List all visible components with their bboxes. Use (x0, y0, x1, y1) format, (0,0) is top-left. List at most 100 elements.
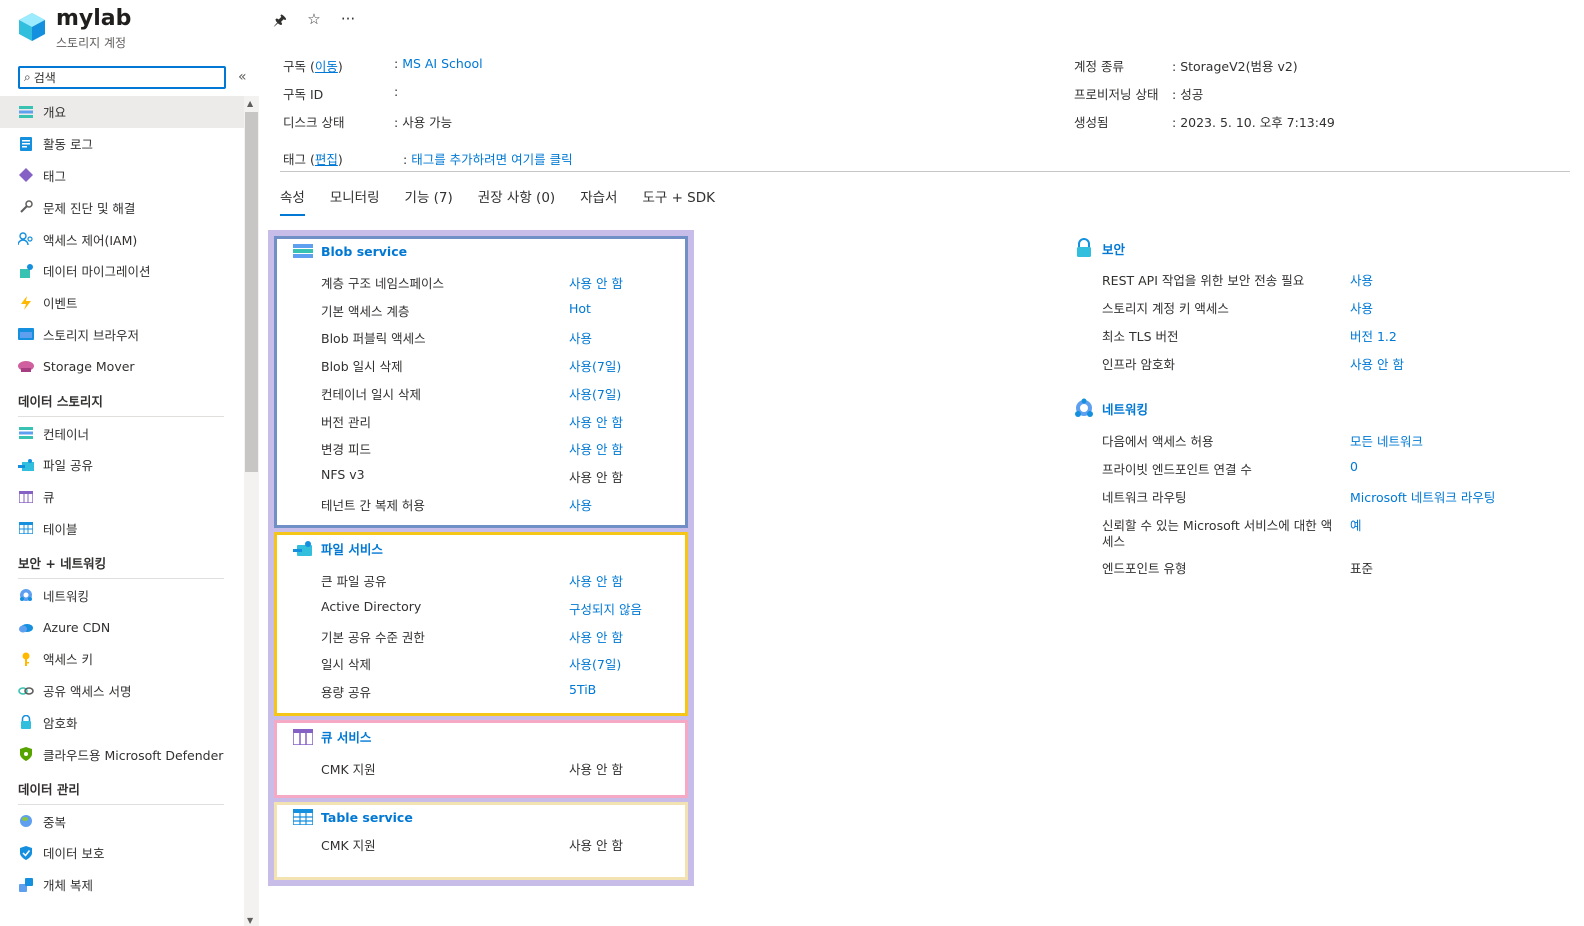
sidebar-item-label: 클라우드용 Microsoft Defender (43, 747, 224, 763)
sidebar-item-label: 개요 (43, 105, 67, 121)
section-header-data-storage: 데이터 스토리지 (18, 394, 103, 410)
sidebar-nav: 개요활동 로그 태그문제 진단 및 해결액세스 제어(IAM) 데이터 마이그레이션… (0, 96, 244, 926)
property-value[interactable]: 버전 1.2 (1350, 326, 1397, 345)
sidebar-item-items_storage-2[interactable]: 큐 (0, 481, 244, 513)
scroll-down-icon[interactable]: ▼ (247, 916, 253, 925)
property-label: 엔드포인트 유형 (1102, 561, 1187, 576)
sidebar-item-items_top-4[interactable]: 액세스 제어(IAM) (0, 223, 244, 255)
property-value[interactable]: 사용 (569, 328, 592, 347)
disk-status-label: 디스크 상태 (283, 115, 345, 130)
migration-icon (18, 263, 34, 279)
property-value[interactable]: 사용(7일) (569, 654, 621, 673)
tags-row-label: 태그 (편집) (283, 152, 343, 167)
search-box[interactable]: ⌕ (18, 66, 226, 89)
shield-icon (18, 845, 34, 861)
property-value[interactable]: 사용 안 함 (569, 439, 623, 458)
property-label: REST API 작업을 위한 보안 전송 필요 (1102, 273, 1305, 288)
sidebar-item-items_data-0[interactable]: 중복 (0, 805, 244, 837)
sidebar-item-items_storage-3[interactable]: 테이블 (0, 513, 244, 545)
sidebar-scrollbar[interactable]: ▲ ▼ (244, 96, 259, 926)
scroll-thumb[interactable] (245, 112, 258, 472)
sidebar-item-items_top-5[interactable]: 데이터 마이그레이션 (0, 255, 244, 287)
sidebar-item-items_top-0[interactable]: 개요 (0, 96, 244, 128)
property-value[interactable]: 사용 안 함 (569, 627, 623, 646)
sidebar-item-items_storage-0[interactable]: 컨테이너 (0, 417, 244, 449)
add-tags-link[interactable]: 태그를 추가하려면 여기를 클릭 (411, 152, 572, 167)
sidebar-item-items_top-1[interactable]: 활동 로그 (0, 128, 244, 160)
sidebar-item-items_storage-1[interactable]: 파일 공유 (0, 449, 244, 481)
property-value[interactable]: 사용 (1350, 298, 1373, 317)
sidebar-item-label: 암호화 (43, 715, 78, 731)
tab-3[interactable]: 권장 사항 (0) (478, 186, 555, 216)
lightning-icon (18, 295, 34, 311)
property-value[interactable]: 사용 (1350, 270, 1373, 289)
property-label: 신뢰할 수 있는 Microsoft 서비스에 대한 액 (1102, 518, 1333, 533)
property-label: 스토리지 계정 키 액세스 (1102, 301, 1229, 316)
essentials-subscription: 구독 (이동) (283, 59, 343, 74)
key-icon (18, 651, 34, 667)
property-value[interactable]: 사용(7일) (569, 384, 621, 403)
property-label: CMK 지원 (321, 838, 376, 853)
sidebar-item-items_security-2[interactable]: 액세스 키 (0, 643, 244, 675)
sidebar-item-items_data-1[interactable]: 데이터 보호 (0, 837, 244, 869)
subscription-value-link[interactable]: MS AI School (402, 56, 482, 71)
property-value[interactable]: 사용 안 함 (569, 412, 623, 431)
sidebar-item-items_top-3[interactable]: 문제 진단 및 해결 (0, 191, 244, 223)
subscription-move-link[interactable]: 이동 (315, 59, 338, 74)
queue-service-header: 큐 서비스 (293, 727, 371, 746)
queue-service-icon (293, 728, 315, 745)
sidebar-item-items_top-8[interactable]: Storage Mover (0, 350, 244, 382)
tab-2[interactable]: 기능 (7) (405, 186, 453, 216)
property-value: 표준 (1350, 561, 1374, 576)
sidebar-item-items_data-2[interactable]: 개체 복제 (0, 869, 244, 901)
property-value[interactable]: 사용 안 함 (1350, 354, 1404, 373)
table-service-title[interactable]: Table service (321, 810, 413, 825)
search-input[interactable] (33, 70, 204, 85)
property-value[interactable]: 사용(7일) (569, 356, 621, 375)
tab-0[interactable]: 속성 (280, 186, 305, 216)
property-label: 인프라 암호화 (1102, 357, 1175, 372)
sidebar-item-items_top-2[interactable]: 태그 (0, 160, 244, 192)
created-row: : 2023. 5. 10. 오후 7:13:49 (1172, 115, 1335, 130)
blob-service-title[interactable]: Blob service (321, 244, 407, 259)
sidebar-item-items_security-1[interactable]: Azure CDN (0, 611, 244, 643)
sidebar-item-items_top-7[interactable]: 스토리지 브라우저 (0, 319, 244, 351)
sidebar-item-label: 중복 (43, 814, 67, 830)
account-kind-label: 계정 종류 (1074, 59, 1124, 74)
networking-icon (1074, 398, 1094, 418)
more-icon[interactable]: ··· (340, 10, 356, 35)
property-value[interactable]: 5TiB (569, 682, 596, 697)
tab-4[interactable]: 자습서 (580, 186, 617, 216)
sidebar-item-items_security-4[interactable]: 암호화 (0, 707, 244, 739)
file-service-icon (293, 540, 315, 557)
property-value[interactable]: Hot (569, 301, 591, 316)
collapse-sidebar-button[interactable]: « (238, 69, 247, 85)
scroll-up-icon[interactable]: ▲ (247, 99, 253, 108)
sidebar-item-label: 문제 진단 및 해결 (43, 200, 136, 216)
tab-5[interactable]: 도구 + SDK (642, 186, 715, 216)
property-value[interactable]: 구성되지 않음 (569, 599, 642, 618)
tab-1[interactable]: 모니터링 (330, 186, 380, 216)
sidebar-item-items_security-3[interactable]: 공유 액세스 서명 (0, 675, 244, 707)
provisioning-row: : 성공 (1172, 87, 1204, 102)
file-service-title[interactable]: 파일 서비스 (321, 539, 383, 558)
pin-icon[interactable]: 🖈 (272, 10, 288, 35)
property-value[interactable]: 0 (1350, 459, 1358, 474)
sidebar-item-items_security-5[interactable]: 클라우드용 Microsoft Defender (0, 738, 244, 770)
star-icon[interactable]: ☆ (306, 10, 322, 35)
property-value[interactable]: 예 (1350, 515, 1362, 534)
networking-section-title[interactable]: 네트워킹 (1102, 399, 1148, 418)
resource-subtitle: 스토리지 계정 (56, 36, 127, 50)
sidebar-item-items_top-6[interactable]: 이벤트 (0, 287, 244, 319)
tags-edit-link[interactable]: 편집 (315, 152, 338, 167)
sidebar-item-items_security-0[interactable]: 네트워킹 (0, 579, 244, 611)
security-section-title[interactable]: 보안 (1102, 239, 1125, 258)
property-value[interactable]: 사용 안 함 (569, 571, 623, 590)
queue-service-title[interactable]: 큐 서비스 (321, 727, 371, 746)
property-value[interactable]: Microsoft 네트워크 라우팅 (1350, 487, 1495, 506)
property-value[interactable]: 사용 안 함 (569, 273, 623, 292)
property-value[interactable]: 사용 (569, 495, 592, 514)
sidebar-item-label: 데이터 마이그레이션 (43, 264, 151, 280)
property-value[interactable]: 모든 네트워크 (1350, 431, 1423, 450)
property-label: 용량 공유 (321, 685, 371, 701)
